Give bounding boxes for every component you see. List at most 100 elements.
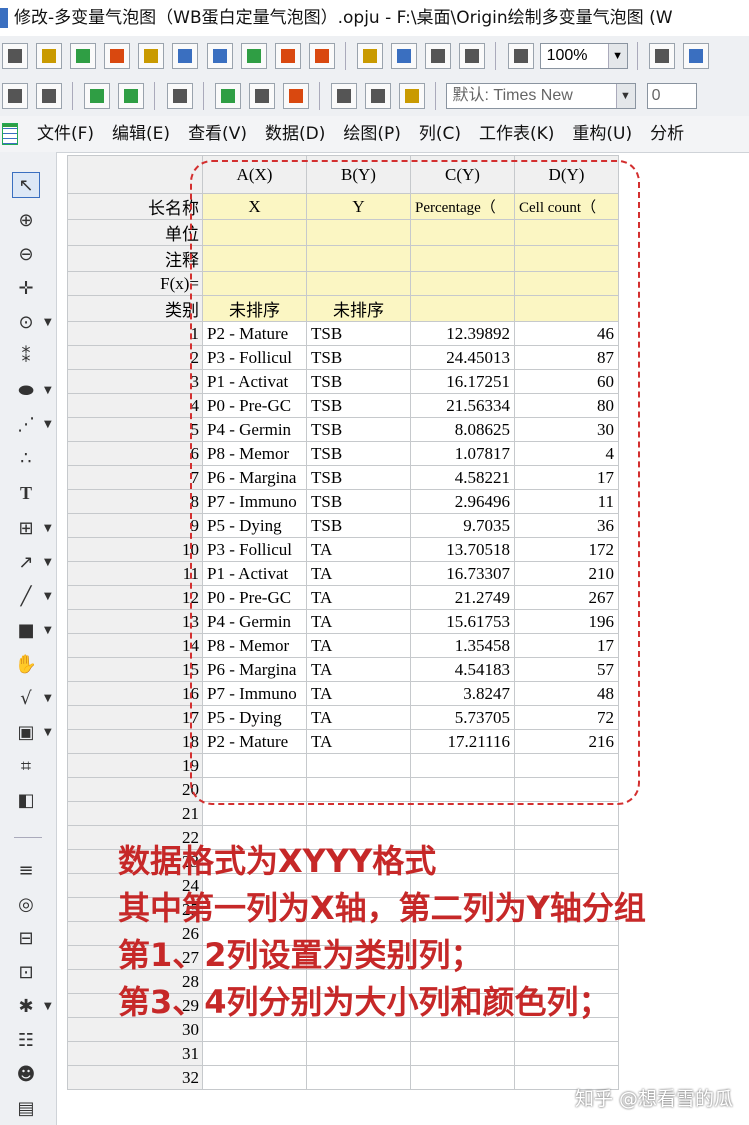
cell-a[interactable]: P8 - Memor	[202, 633, 307, 658]
screen-reader-icon[interactable]: ⁑	[12, 344, 40, 370]
pointer-icon[interactable]: ↖	[12, 172, 40, 198]
chevron-down-icon[interactable]: ▼	[44, 693, 52, 704]
cell-d[interactable]: 17	[514, 633, 619, 658]
cell-d[interactable]	[514, 753, 619, 778]
cell-d[interactable]: 17	[514, 465, 619, 490]
cell-d[interactable]	[514, 777, 619, 802]
folder-icon[interactable]: ▤	[12, 1096, 40, 1122]
new-folder-icon[interactable]	[36, 43, 63, 69]
save-template-icon[interactable]	[459, 43, 486, 69]
cell-a[interactable]: P5 - Dying	[202, 513, 307, 538]
cell-b[interactable]: TA	[306, 657, 411, 682]
font-size-input[interactable]: 0	[646, 83, 697, 109]
text-icon[interactable]: T	[12, 480, 40, 506]
chevron-down-icon[interactable]: ▼	[44, 419, 52, 430]
arrow-icon[interactable]: ↗	[12, 550, 40, 576]
cell-b[interactable]: TSB	[306, 489, 411, 514]
cell-b[interactable]: TA	[306, 585, 411, 610]
chevron-down-icon[interactable]: ▼	[44, 385, 52, 396]
cell-c[interactable]: 24.45013	[410, 345, 515, 370]
cell-b[interactable]: TA	[306, 609, 411, 634]
cell-d[interactable]: 48	[514, 681, 619, 706]
cell-c[interactable]	[410, 753, 515, 778]
meta-cell[interactable]	[202, 219, 307, 246]
row-number[interactable]: 20	[67, 777, 203, 802]
meta-cell[interactable]	[202, 245, 307, 272]
bracket-icon[interactable]: ⊡	[12, 960, 40, 986]
cell-b[interactable]: TSB	[306, 417, 411, 442]
copy-icon[interactable]	[365, 83, 392, 109]
mask-icon[interactable]: ⬬	[12, 378, 40, 404]
meta-cell[interactable]	[410, 245, 515, 272]
menu-data[interactable]: 数据(D)	[256, 116, 334, 152]
person-icon[interactable]: ☻	[12, 1062, 40, 1088]
meta-cell[interactable]: Y	[306, 193, 411, 220]
cell-d[interactable]: 80	[514, 393, 619, 418]
row-number[interactable]: 10	[67, 537, 203, 562]
worksheet-view-icon[interactable]	[166, 83, 193, 109]
cell-d[interactable]: 30	[514, 417, 619, 442]
cell-a[interactable]	[202, 801, 307, 826]
cell-c[interactable]	[410, 1065, 515, 1090]
chevron-down-icon[interactable]: ▼	[607, 44, 627, 68]
set-column-values-icon[interactable]	[36, 83, 63, 109]
row-number[interactable]: 21	[67, 801, 203, 826]
star-icon[interactable]: ✱	[12, 994, 40, 1020]
row-number[interactable]: 31	[67, 1041, 203, 1066]
row-number[interactable]: 5	[67, 417, 203, 442]
meta-cell[interactable]	[306, 245, 411, 272]
cell-a[interactable]: P5 - Dying	[202, 705, 307, 730]
cloud-icon[interactable]	[391, 43, 418, 69]
row-number[interactable]: 13	[67, 609, 203, 634]
cell-b[interactable]	[306, 1065, 411, 1090]
cell-b[interactable]: TA	[306, 561, 411, 586]
cell-b[interactable]: TA	[306, 729, 411, 754]
cell-a[interactable]	[202, 753, 307, 778]
new-layout-icon[interactable]	[206, 43, 233, 69]
cell-d[interactable]	[514, 801, 619, 826]
cell-c[interactable]: 4.54183	[410, 657, 515, 682]
row-number[interactable]: 7	[67, 465, 203, 490]
column-header-c[interactable]: C(Y)	[410, 155, 515, 194]
paste-icon[interactable]	[399, 83, 426, 109]
column-header-d[interactable]: D(Y)	[514, 155, 619, 194]
circle-icon[interactable]: ◎	[12, 892, 40, 918]
cell-a[interactable]: P7 - Immuno	[202, 681, 307, 706]
cell-b[interactable]: TSB	[306, 441, 411, 466]
cell-c[interactable]: 9.7035	[410, 513, 515, 538]
frequency-icon[interactable]	[282, 83, 309, 109]
meta-cell[interactable]	[410, 295, 515, 322]
cell-c[interactable]: 12.39892	[410, 321, 515, 346]
zoom-in-icon[interactable]: ⊕	[12, 208, 40, 234]
rectangle-icon[interactable]: ■	[12, 618, 40, 644]
row-number[interactable]: 4	[67, 393, 203, 418]
menu-edit[interactable]: 编辑(E)	[103, 116, 179, 152]
chevron-down-icon[interactable]: ▼	[44, 317, 52, 328]
meta-row-label[interactable]: 单位	[67, 219, 203, 246]
cell-a[interactable]: P1 - Activat	[202, 369, 307, 394]
cell-a[interactable]: P0 - Pre-GC	[202, 393, 307, 418]
scatter-icon[interactable]: ∴	[12, 446, 40, 472]
cell-d[interactable]: 60	[514, 369, 619, 394]
menu-plot[interactable]: 绘图(P)	[334, 116, 410, 152]
cell-a[interactable]: P3 - Follicul	[202, 537, 307, 562]
cell-d[interactable]	[514, 1041, 619, 1066]
sort-icon[interactable]	[214, 83, 241, 109]
new-excel-icon[interactable]	[274, 43, 301, 69]
cell-c[interactable]: 17.21116	[410, 729, 515, 754]
meta-cell[interactable]	[514, 271, 619, 296]
add-column-icon[interactable]	[2, 83, 28, 109]
cell-c[interactable]: 21.2749	[410, 585, 515, 610]
menu-worksheet[interactable]: 工作表(K)	[470, 116, 563, 152]
grid-icon[interactable]: ⊞	[12, 516, 40, 542]
row-number[interactable]: 14	[67, 633, 203, 658]
cell-d[interactable]: 36	[514, 513, 619, 538]
zoom-out-icon[interactable]: ⊖	[12, 242, 40, 268]
chevron-down-icon[interactable]: ▼	[44, 557, 52, 568]
cell-d[interactable]: 72	[514, 705, 619, 730]
chevron-down-icon[interactable]: ▼	[44, 1001, 52, 1012]
add-new-columns-icon[interactable]	[84, 83, 111, 109]
menu-analysis[interactable]: 分析	[641, 116, 693, 152]
present-icon[interactable]	[682, 43, 709, 69]
row-number[interactable]: 19	[67, 753, 203, 778]
